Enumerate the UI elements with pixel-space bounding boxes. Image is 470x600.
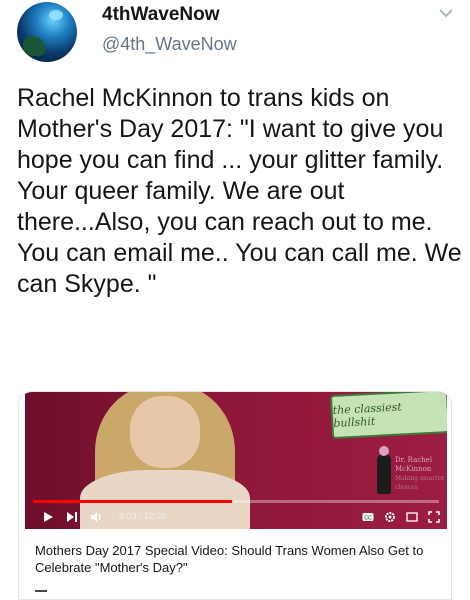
captions-icon[interactable]: CC xyxy=(361,510,375,524)
volume-icon[interactable] xyxy=(89,510,103,524)
overlay-name-block: Dr. Rachel McKinnon Making smarter choic… xyxy=(395,456,447,492)
cartoon-figure xyxy=(377,446,391,494)
player-controls: 6:03 / 12:20 CC xyxy=(25,505,447,529)
overlay-subtitle: Making smarter choices xyxy=(395,475,444,491)
overlay-name: Dr. Rachel McKinnon xyxy=(395,456,433,473)
fullscreen-icon[interactable] xyxy=(427,510,441,524)
display-name[interactable]: 4thWaveNow xyxy=(102,4,220,26)
video-banner: the classiest bullshit xyxy=(329,392,447,440)
card-title[interactable]: Mothers Day 2017 Special Video: Should T… xyxy=(35,542,435,576)
gear-icon[interactable] xyxy=(383,510,397,524)
progress-bar[interactable] xyxy=(33,500,439,503)
progress-fill xyxy=(33,500,232,503)
play-icon[interactable] xyxy=(41,510,55,524)
avatar[interactable] xyxy=(17,2,77,62)
card-divider xyxy=(35,590,47,592)
video-time: 6:03 / 12:20 xyxy=(119,511,167,521)
video-person-face xyxy=(130,396,200,468)
avatar-fish xyxy=(49,10,63,20)
video-card[interactable]: the classiest bullshit Dr. Rachel McKinn… xyxy=(18,391,452,600)
chevron-down-icon[interactable] xyxy=(438,6,454,18)
video-player[interactable]: the classiest bullshit Dr. Rachel McKinn… xyxy=(25,392,447,529)
next-icon[interactable] xyxy=(65,510,79,524)
miniplayer-icon[interactable] xyxy=(405,510,419,524)
svg-text:CC: CC xyxy=(364,515,372,521)
avatar-reef xyxy=(23,36,45,56)
user-handle[interactable]: @4th_WaveNow xyxy=(102,34,237,55)
tweet-text: Rachel McKinnon to trans kids on Mother'… xyxy=(17,84,469,298)
